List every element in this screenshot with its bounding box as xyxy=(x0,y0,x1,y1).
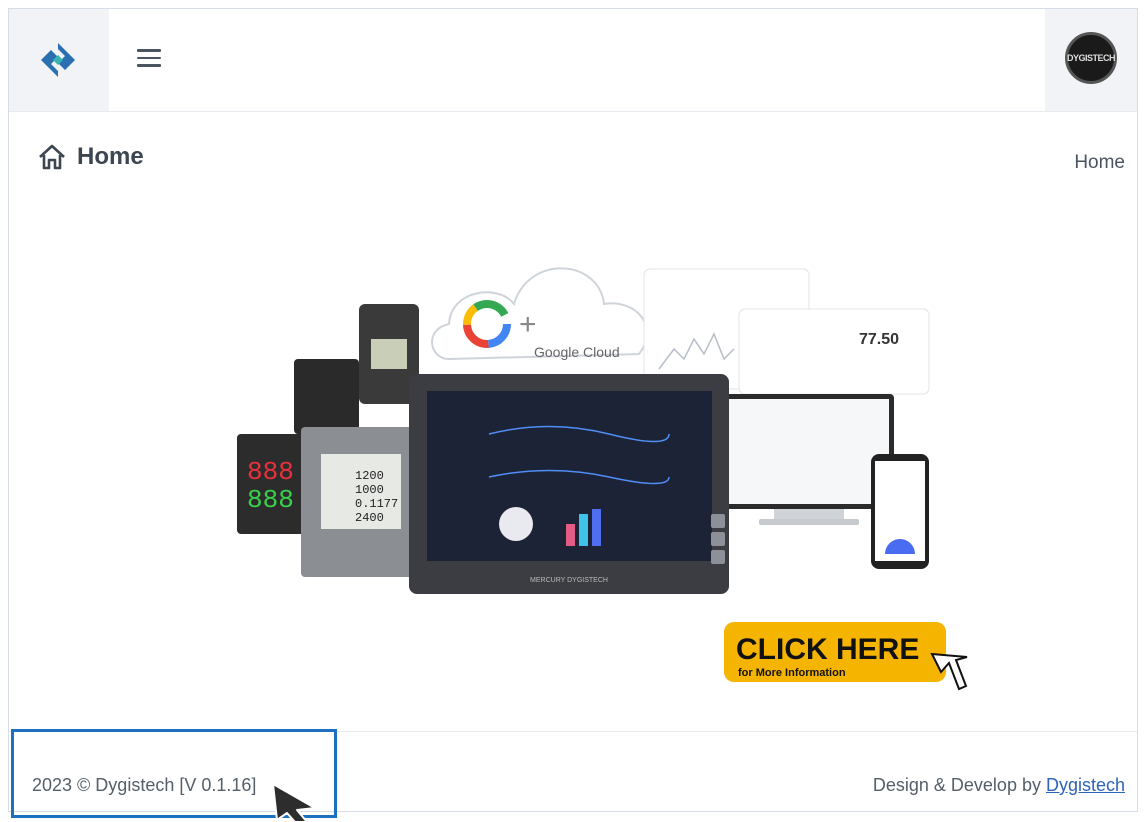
avatar[interactable]: DYGISTECH xyxy=(1065,32,1117,84)
click-here-cta: CLICK HERE for More Information xyxy=(724,622,968,691)
svg-text:888: 888 xyxy=(247,457,294,487)
banner-illustration: + Google Cloud 77.50 888 888 1200 1000 0… xyxy=(237,267,968,691)
credit-prefix: Design & Develop by xyxy=(872,775,1046,795)
brand-logo[interactable] xyxy=(9,9,109,111)
home-icon xyxy=(39,144,65,170)
breadcrumb[interactable]: Home xyxy=(1074,152,1125,174)
dygistech-link[interactable]: Dygistech xyxy=(1046,775,1125,795)
page-title-text: Home xyxy=(77,143,144,170)
svg-text:2400: 2400 xyxy=(355,511,384,525)
user-menu[interactable]: DYGISTECH xyxy=(1045,9,1137,111)
page-footer: 2023 © Dygistech [V 0.1.16] Design & Dev… xyxy=(9,729,1137,822)
svg-text:MERCURY DYGISTECH: MERCURY DYGISTECH xyxy=(530,577,608,584)
svg-text:0.1177: 0.1177 xyxy=(355,497,398,511)
svg-text:+: + xyxy=(519,308,537,341)
hamburger-icon xyxy=(137,49,161,52)
top-navbar: DYGISTECH xyxy=(9,9,1137,112)
page-title: Home xyxy=(37,143,144,171)
svg-text:CLICK HERE: CLICK HERE xyxy=(736,633,919,666)
svg-text:1000: 1000 xyxy=(355,483,384,497)
product-banner[interactable]: + Google Cloud 77.50 888 888 1200 1000 0… xyxy=(219,249,979,709)
mouse-pointer-icon xyxy=(272,783,316,822)
svg-text:888: 888 xyxy=(247,485,294,515)
menu-toggle-button[interactable] xyxy=(137,49,161,69)
footer-credit: Design & Develop by Dygistech xyxy=(873,775,1125,796)
cloud-label: Google Cloud xyxy=(534,344,620,360)
dygistech-logo-icon xyxy=(41,43,75,77)
svg-text:1200: 1200 xyxy=(355,469,384,483)
app-frame: DYGISTECH Home Home + Google Cloud 77.50… xyxy=(8,8,1138,822)
svg-text:for More Information: for More Information xyxy=(738,667,846,679)
panel-value: 77.50 xyxy=(859,331,899,348)
avatar-text: DYGISTECH xyxy=(1067,53,1116,63)
